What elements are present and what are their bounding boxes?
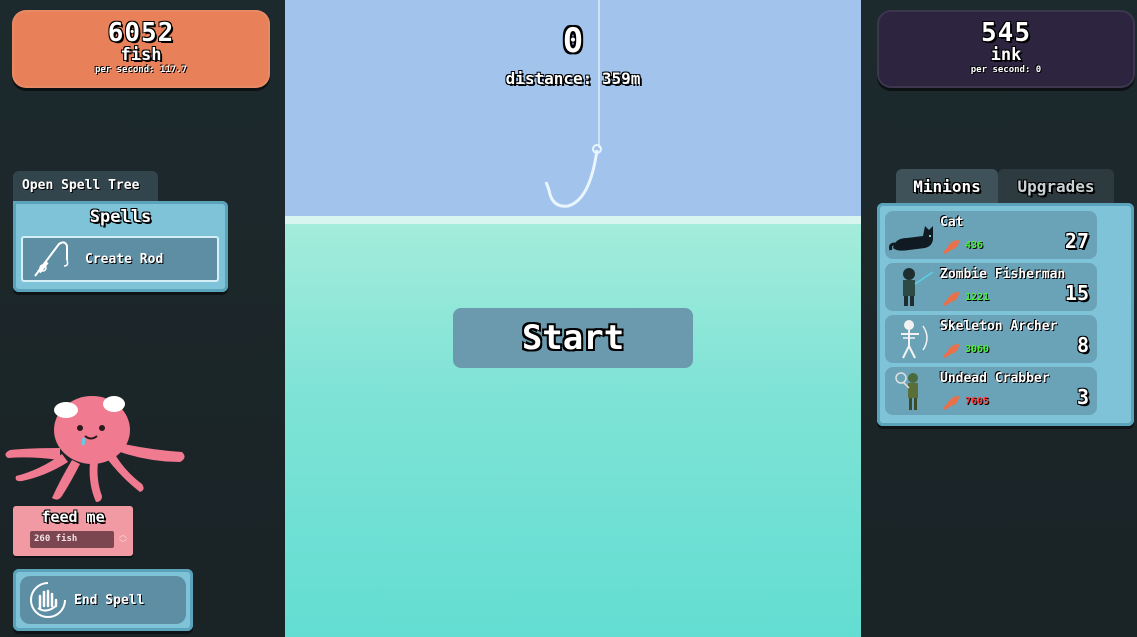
tab-minions[interactable]: Minions bbox=[896, 169, 998, 203]
fish-amount: 6052 bbox=[107, 18, 175, 48]
minions-panel: Cat 436 27 Zombie Fisherman 1221 15 Skel… bbox=[877, 203, 1134, 426]
fish-cost-icon bbox=[943, 396, 959, 410]
fish-counter: 6052 fish per second: 117.7 bbox=[12, 10, 270, 88]
octopus-mascot[interactable] bbox=[0, 388, 195, 508]
spells-title: Spells bbox=[89, 207, 152, 227]
feed-amount-stepper[interactable]: ︿ ﹀ bbox=[118, 530, 128, 550]
end-spell-label: End Spell bbox=[74, 592, 145, 608]
skeleton-archer-icon bbox=[901, 320, 928, 359]
fish-cost-icon bbox=[943, 240, 959, 254]
fish-cost-icon bbox=[943, 344, 959, 358]
minion-count: 3 bbox=[1076, 385, 1089, 409]
minion-row-cat[interactable]: Cat 436 27 bbox=[885, 211, 1097, 259]
feed-me-panel: feed me 260 fish ︿ ﹀ bbox=[13, 506, 133, 556]
minion-cost: 1221 bbox=[965, 292, 990, 303]
create-rod-button[interactable]: Create Rod bbox=[21, 236, 219, 282]
water-surface bbox=[285, 216, 861, 224]
open-spell-tree-tab[interactable]: Open Spell Tree bbox=[13, 171, 158, 201]
ink-unit: ink bbox=[990, 45, 1022, 65]
undead-crabber-icon bbox=[895, 372, 918, 410]
spells-panel: Spells Create Rod bbox=[13, 201, 228, 292]
minion-name: Cat bbox=[940, 215, 964, 230]
end-spell-panel: End Spell bbox=[13, 569, 193, 631]
fishing-game-area[interactable]: 0 distance: 359m Start bbox=[285, 0, 861, 637]
minion-count: 27 bbox=[1064, 229, 1089, 253]
minion-row-skeleton-archer[interactable]: Skeleton Archer 3060 8 bbox=[885, 315, 1097, 363]
minion-row-zombie-fisherman[interactable]: Zombie Fisherman 1221 15 bbox=[885, 263, 1097, 311]
ink-amount: 545 bbox=[981, 18, 1031, 48]
chevron-up-icon[interactable]: ︿ bbox=[118, 530, 128, 539]
create-rod-label: Create Rod bbox=[85, 251, 164, 267]
minion-count: 8 bbox=[1076, 333, 1089, 357]
catch-score: 0 bbox=[562, 21, 584, 61]
hand-swirl-icon bbox=[30, 582, 66, 618]
zombie-fisherman-icon bbox=[903, 268, 934, 306]
minion-cost: 436 bbox=[965, 240, 984, 251]
cat-icon bbox=[889, 226, 933, 251]
tab-upgrades[interactable]: Upgrades bbox=[998, 169, 1114, 203]
start-button[interactable]: Start bbox=[453, 308, 693, 368]
minion-cost: 3060 bbox=[965, 344, 990, 355]
end-spell-button[interactable]: End Spell bbox=[20, 576, 186, 624]
minion-name: Skeleton Archer bbox=[940, 319, 1058, 334]
minion-name: Undead Crabber bbox=[940, 371, 1050, 386]
fishing-rod-icon bbox=[34, 241, 69, 277]
feed-me-title: feed me bbox=[41, 508, 105, 526]
minion-name: Zombie Fisherman bbox=[940, 267, 1066, 282]
distance-readout: distance: 359m bbox=[505, 69, 641, 88]
fish-cost-icon bbox=[943, 292, 959, 306]
ink-counter: 545 ink per second: 0 bbox=[877, 10, 1135, 88]
ink-rate: per second: 0 bbox=[970, 65, 1042, 75]
fish-rate: per second: 117.7 bbox=[94, 65, 188, 75]
minion-count: 15 bbox=[1064, 281, 1089, 305]
feed-amount-input[interactable]: 260 fish bbox=[30, 531, 114, 548]
minion-row-undead-crabber[interactable]: Undead Crabber 7605 3 bbox=[885, 367, 1097, 415]
minion-cost: 7605 bbox=[965, 396, 990, 407]
chevron-down-icon[interactable]: ﹀ bbox=[118, 539, 128, 548]
fish-unit: fish bbox=[120, 45, 162, 65]
water bbox=[285, 224, 861, 637]
